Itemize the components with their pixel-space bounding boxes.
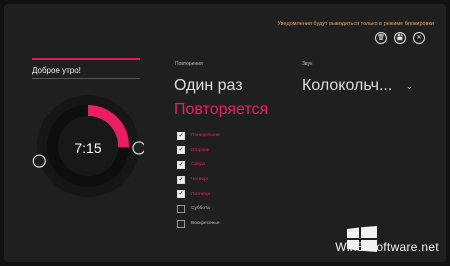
checkbox-friday[interactable]: ✓ (177, 190, 185, 199)
name-field-accent (32, 58, 140, 60)
chevron-down-icon[interactable]: ⌄ (406, 82, 413, 91)
day-label: Воскресенье (191, 221, 220, 227)
day-label: Пятница (191, 191, 210, 197)
day-friday[interactable]: ✓ Пятница (177, 190, 220, 199)
checkbox-wednesday[interactable]: ✓ (177, 160, 185, 169)
repeat-recurring-option[interactable]: Повторяется (174, 101, 268, 119)
alarm-editor-window: Уведомления будут выводиться только в ре… (4, 4, 446, 262)
day-label: Четверг (191, 177, 209, 183)
alarm-time: 7:15 (74, 140, 102, 156)
floppy-disk-icon: 💾 (396, 35, 404, 41)
day-monday[interactable]: ✓ Понедельник (177, 131, 220, 140)
checkbox-thursday[interactable]: ✓ (177, 175, 185, 184)
weekday-list: ✓ Понедельник ✓ Вторник ✓ Среда ✓ Четвер… (177, 131, 220, 234)
checkbox-tuesday[interactable]: ✓ (177, 146, 185, 155)
watermark: Win8-Software.net (335, 240, 439, 254)
close-button[interactable]: ✕ (413, 32, 425, 44)
sound-select[interactable]: Колокольч... (302, 77, 392, 95)
day-label: Среда (191, 162, 206, 168)
delete-button[interactable]: 🗑 (375, 32, 387, 44)
day-label: Суббота (191, 206, 210, 212)
day-thursday[interactable]: ✓ Четверг (177, 175, 220, 184)
day-tuesday[interactable]: ✓ Вторник (177, 146, 220, 155)
day-sunday[interactable]: ✓ Воскресенье (177, 219, 220, 228)
sound-section-label: Звук (302, 61, 313, 67)
day-wednesday[interactable]: ✓ Среда (177, 160, 220, 169)
lock-screen-notice: Уведомления будут выводиться только в ре… (277, 21, 435, 27)
trash-icon: 🗑 (377, 35, 385, 41)
day-saturday[interactable]: ✓ Суббота (177, 204, 220, 213)
repeat-once-option[interactable]: Один раз (174, 77, 243, 95)
day-label: Понедельник (191, 133, 221, 138)
save-button[interactable]: 💾 (394, 32, 406, 44)
checkbox-sunday[interactable]: ✓ (177, 219, 185, 228)
day-label: Вторник (191, 147, 209, 153)
checkbox-saturday[interactable]: ✓ (177, 204, 185, 213)
checkbox-monday[interactable]: ✓ (177, 131, 185, 140)
close-icon: ✕ (416, 35, 422, 41)
header-actions: 🗑 💾 ✕ (375, 32, 425, 44)
minute-handle[interactable] (32, 154, 46, 168)
repeat-section-label: Повторения (175, 61, 203, 67)
alarm-name-input[interactable]: Доброе утро! (32, 64, 140, 79)
